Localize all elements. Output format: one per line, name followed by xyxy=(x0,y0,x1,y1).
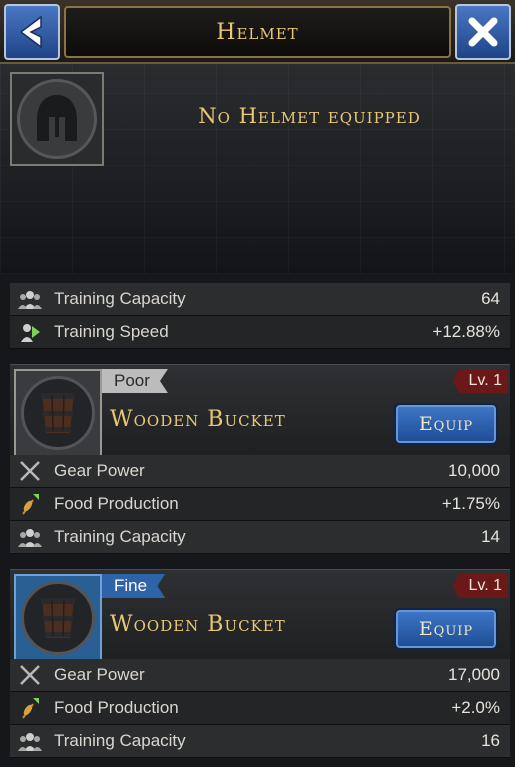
wheat-icon xyxy=(22,698,39,719)
stat-value: 10,000 xyxy=(448,461,500,480)
equip-button[interactable]: Equip xyxy=(394,608,498,650)
bucket-icon xyxy=(41,393,75,433)
item-thumbnail[interactable] xyxy=(14,574,102,662)
stat-value: +12.88% xyxy=(432,322,500,341)
stat-label: Gear Power xyxy=(54,665,145,684)
level-badge: Lv. 1 xyxy=(452,369,508,393)
item-stats: Gear Power 10,000 Food Production +1.75%… xyxy=(10,455,510,554)
item-thumbnail[interactable] xyxy=(14,369,102,457)
level-badge: Lv. 1 xyxy=(452,574,508,598)
stat-row: Food Production +2.0% xyxy=(10,692,510,725)
stat-value: 17,000 xyxy=(448,665,500,684)
chevron-left-icon xyxy=(19,15,42,49)
bucket-icon xyxy=(41,598,75,638)
item-name: Wooden Bucket xyxy=(110,612,286,637)
troops-icon xyxy=(18,291,42,309)
title-banner: Helmet xyxy=(64,6,451,58)
stat-row: Training Capacity 16 xyxy=(10,725,510,758)
stat-label: Gear Power xyxy=(54,461,145,480)
helmet-slot[interactable] xyxy=(10,72,104,166)
current-stats: Training Capacity 64 Training Speed +12.… xyxy=(10,283,510,349)
close-icon xyxy=(468,17,498,47)
quality-badge: Fine xyxy=(102,574,166,598)
close-button[interactable] xyxy=(455,4,511,60)
troops-icon xyxy=(18,529,42,547)
stat-label: Training Speed xyxy=(54,322,169,341)
stat-label: Training Capacity xyxy=(54,527,186,546)
stat-row: Training Capacity 14 xyxy=(10,521,510,554)
stat-label: Food Production xyxy=(54,494,179,513)
stat-row: Food Production +1.75% xyxy=(10,488,510,521)
stat-row: Gear Power 10,000 xyxy=(10,455,510,488)
no-helmet-message: No Helmet equipped xyxy=(198,104,421,128)
helmet-icon xyxy=(37,95,77,141)
swords-icon xyxy=(20,665,40,685)
stat-label: Training Capacity xyxy=(54,289,186,308)
item-card: Fine Lv. 1 Wooden Bucket Equip xyxy=(10,569,510,665)
item-card: Poor Lv. 1 Wooden Bucket Equip xyxy=(10,364,510,460)
stat-row: Training Speed +12.88% xyxy=(10,316,510,349)
equipped-panel: No Helmet equipped xyxy=(0,64,515,274)
stat-label: Food Production xyxy=(54,698,179,717)
stat-value: +2.0% xyxy=(451,698,500,717)
header-bar: Helmet xyxy=(0,0,515,64)
stat-value: 16 xyxy=(481,731,500,750)
equip-button[interactable]: Equip xyxy=(394,403,498,445)
training-speed-icon xyxy=(21,324,40,342)
stat-value: +1.75% xyxy=(441,494,500,513)
stat-label: Training Capacity xyxy=(54,731,186,750)
wheat-icon xyxy=(22,494,39,515)
stat-row: Gear Power 17,000 xyxy=(10,659,510,692)
swords-icon xyxy=(20,461,40,481)
item-stats: Gear Power 17,000 Food Production +2.0% … xyxy=(10,659,510,758)
back-button[interactable] xyxy=(4,4,60,60)
stat-value: 14 xyxy=(481,527,500,546)
stat-value: 64 xyxy=(481,289,500,308)
quality-badge: Poor xyxy=(102,369,168,393)
troops-icon xyxy=(18,733,42,751)
item-name: Wooden Bucket xyxy=(110,407,286,432)
stat-row: Training Capacity 64 xyxy=(10,283,510,316)
page-title: Helmet xyxy=(216,19,299,45)
